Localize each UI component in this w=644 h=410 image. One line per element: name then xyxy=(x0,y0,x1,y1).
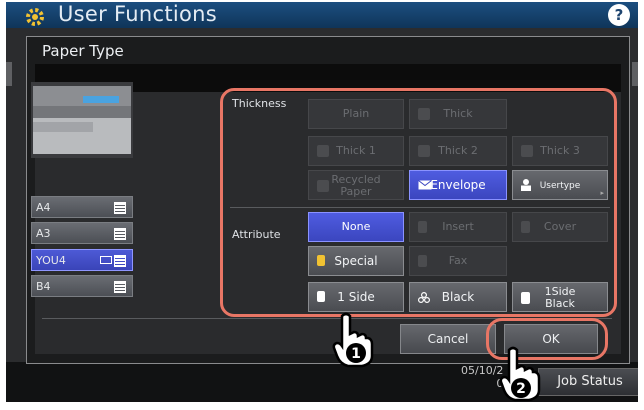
cassette-label: B4 xyxy=(36,280,51,293)
app-title: User Functions xyxy=(58,2,218,26)
cassette-label: A4 xyxy=(36,201,51,214)
list-icon xyxy=(114,255,126,267)
list-icon xyxy=(114,202,126,214)
settings-highlight-frame xyxy=(220,88,617,317)
list-icon xyxy=(114,281,126,293)
pointing-hand-icon-step2: 2 xyxy=(499,346,541,402)
cancel-button[interactable]: Cancel xyxy=(400,324,496,354)
printer-illustration-icon xyxy=(31,82,133,158)
step2-number: 2 xyxy=(516,381,526,397)
step1-number: 1 xyxy=(351,346,361,362)
cassette-label: YOU4 xyxy=(36,254,66,267)
left-edge-tab xyxy=(6,62,12,86)
right-edge-tab xyxy=(632,62,638,86)
cassette-item[interactable]: B4 xyxy=(31,275,133,297)
title-bar: User Functions ? xyxy=(6,2,638,28)
list-icon xyxy=(114,228,126,240)
dialog-title: Paper Type xyxy=(42,42,124,60)
pointing-hand-icon-step1: 1 xyxy=(332,312,374,368)
touch-panel-screen: User Functions ? 05/10/2 0 Job Status Pa… xyxy=(6,2,638,402)
cassette-item[interactable]: A4 xyxy=(31,196,133,218)
envelope-icon xyxy=(100,256,112,264)
cassette-item[interactable]: A3 xyxy=(31,222,133,244)
job-status-button[interactable]: Job Status xyxy=(538,368,638,396)
gear-icon xyxy=(26,8,44,26)
cassette-label: A3 xyxy=(36,227,51,240)
help-icon[interactable]: ? xyxy=(608,4,630,26)
cassette-item[interactable]: YOU4 xyxy=(31,249,133,271)
